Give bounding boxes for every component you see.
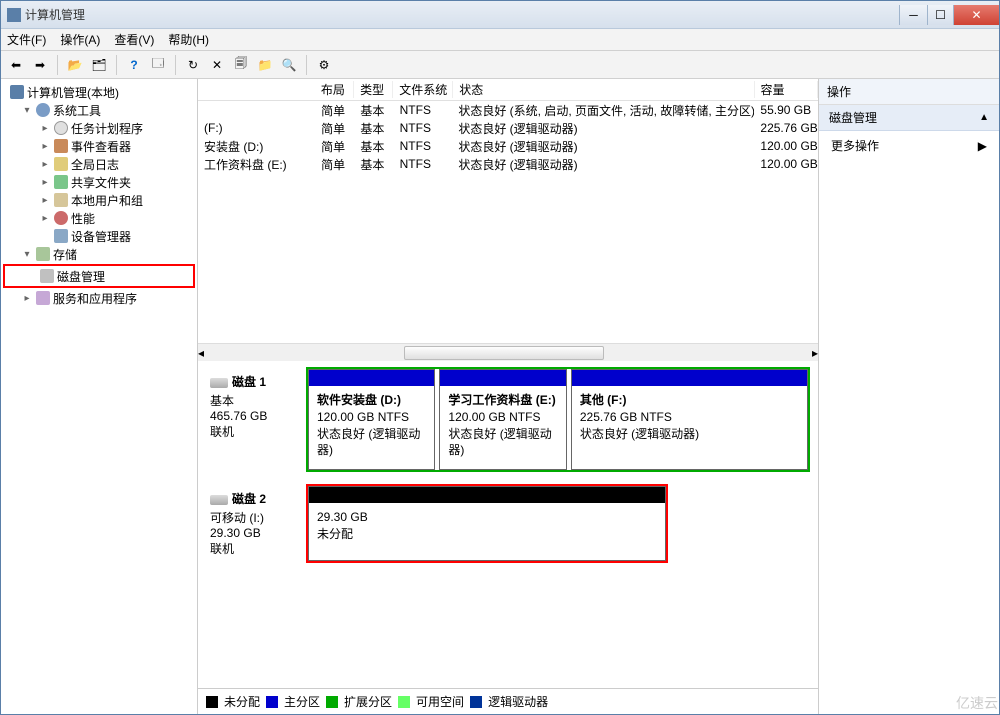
- tree-root[interactable]: 计算机管理(本地): [3, 83, 195, 101]
- maximize-button[interactable]: ☐: [927, 5, 953, 25]
- partition-header: [309, 370, 434, 386]
- disk-icon: [210, 378, 228, 388]
- show-hide-tree-button[interactable]: 🗂: [88, 54, 110, 76]
- tree-systools[interactable]: ▾系统工具: [3, 101, 195, 119]
- legend-free-swatch: [398, 696, 410, 708]
- tree-log[interactable]: ▸全局日志: [3, 155, 195, 173]
- main-pane: 布局 类型 文件系统 状态 容量 简单基本NTFS状态良好 (系统, 启动, 页…: [198, 79, 819, 714]
- collapse-icon: ▲: [979, 112, 989, 123]
- partition-f[interactable]: 其他 (F:) 225.76 GB NTFS 状态良好 (逻辑驱动器): [571, 369, 808, 470]
- tree-task[interactable]: ▸任务计划程序: [3, 119, 195, 137]
- col-status[interactable]: 状态: [453, 81, 754, 98]
- volume-table-header: 布局 类型 文件系统 状态 容量: [198, 79, 818, 101]
- action-button[interactable]: 📁: [254, 54, 276, 76]
- misc-button[interactable]: ⚙: [313, 54, 335, 76]
- app-icon: [7, 8, 21, 22]
- legend-unalloc-swatch: [206, 696, 218, 708]
- forward-button[interactable]: ➡: [29, 54, 51, 76]
- h-scrollbar[interactable]: ◂▸: [198, 343, 818, 361]
- tree-services[interactable]: ▸服务和应用程序: [3, 289, 195, 307]
- minimize-button[interactable]: ─: [899, 5, 927, 25]
- partition-e[interactable]: 学习工作资料盘 (E:) 120.00 GB NTFS 状态良好 (逻辑驱动器): [439, 369, 566, 470]
- col-layout[interactable]: 布局: [315, 81, 354, 98]
- tree-disk[interactable]: 磁盘管理: [7, 267, 191, 285]
- scan-button[interactable]: 🗐: [230, 54, 252, 76]
- close-button[interactable]: ✕: [953, 5, 999, 25]
- window-title: 计算机管理: [25, 6, 899, 23]
- actions-section[interactable]: 磁盘管理▲: [819, 105, 999, 131]
- highlight-disk-mgmt: 磁盘管理: [3, 264, 195, 288]
- col-type[interactable]: 类型: [354, 81, 393, 98]
- legend-logical-swatch: [470, 696, 482, 708]
- legend-extended-swatch: [326, 696, 338, 708]
- legend: 未分配 主分区 扩展分区 可用空间 逻辑驱动器: [198, 688, 818, 714]
- help-button[interactable]: ?: [123, 54, 145, 76]
- toolbar: ⬅ ➡ 📂 🗂 ? 🗔 ↻ ✕ 🗐 📁 🔍 ⚙: [1, 51, 999, 79]
- volume-row[interactable]: 安装盘 (D:)简单基本NTFS状态良好 (逻辑驱动器)120.00 GB: [198, 137, 818, 155]
- volume-table: 布局 类型 文件系统 状态 容量 简单基本NTFS状态良好 (系统, 启动, 页…: [198, 79, 818, 361]
- actions-pane: 操作 磁盘管理▲ 更多操作▶: [819, 79, 999, 714]
- col-fs[interactable]: 文件系统: [393, 81, 453, 98]
- nav-tree: 计算机管理(本地) ▾系统工具 ▸任务计划程序 ▸事件查看器 ▸全局日志 ▸共享…: [1, 79, 198, 714]
- disk-2-partitions: 29.30 GB 未分配: [306, 484, 668, 563]
- partition-header: [572, 370, 807, 386]
- disk-1-block[interactable]: 磁盘 1 基本 465.76 GB 联机 软件安装盘 (D:) 120.00 G…: [206, 367, 810, 472]
- legend-primary-swatch: [266, 696, 278, 708]
- properties-button[interactable]: 🗔: [147, 54, 169, 76]
- titlebar: 计算机管理 ─ ☐ ✕: [1, 1, 999, 29]
- tree-storage[interactable]: ▾存储: [3, 245, 195, 263]
- search-button[interactable]: 🔍: [278, 54, 300, 76]
- tree-users[interactable]: ▸本地用户和组: [3, 191, 195, 209]
- partition-header: [309, 487, 665, 503]
- disk-2-block[interactable]: 磁盘 2 可移动 (I:) 29.30 GB 联机 29.30 GB 未分配: [206, 484, 810, 563]
- menu-action[interactable]: 操作(A): [60, 31, 100, 48]
- delete-button[interactable]: ✕: [206, 54, 228, 76]
- tree-event[interactable]: ▸事件查看器: [3, 137, 195, 155]
- disk-2-info: 磁盘 2 可移动 (I:) 29.30 GB 联机: [206, 484, 306, 563]
- volume-row[interactable]: (F:)简单基本NTFS状态良好 (逻辑驱动器)225.76 GB: [198, 119, 818, 137]
- disk-icon: [210, 495, 228, 505]
- disk-1-partitions: 软件安装盘 (D:) 120.00 GB NTFS 状态良好 (逻辑驱动器) 学…: [306, 367, 810, 472]
- back-button[interactable]: ⬅: [5, 54, 27, 76]
- refresh-button[interactable]: ↻: [182, 54, 204, 76]
- tree-device[interactable]: 设备管理器: [3, 227, 195, 245]
- volume-row[interactable]: 工作资料盘 (E:)简单基本NTFS状态良好 (逻辑驱动器)120.00 GB: [198, 155, 818, 173]
- col-cap[interactable]: 容量: [755, 81, 818, 98]
- menu-help[interactable]: 帮助(H): [168, 31, 209, 48]
- disk-1-info: 磁盘 1 基本 465.76 GB 联机: [206, 367, 306, 472]
- volume-row[interactable]: 简单基本NTFS状态良好 (系统, 启动, 页面文件, 活动, 故障转储, 主分…: [198, 101, 818, 119]
- partition-unallocated[interactable]: 29.30 GB 未分配: [308, 486, 666, 561]
- actions-header: 操作: [819, 79, 999, 105]
- chevron-right-icon: ▶: [978, 139, 987, 153]
- tree-perf[interactable]: ▸性能: [3, 209, 195, 227]
- menu-view[interactable]: 查看(V): [114, 31, 154, 48]
- menubar: 文件(F) 操作(A) 查看(V) 帮助(H): [1, 29, 999, 51]
- menu-file[interactable]: 文件(F): [7, 31, 46, 48]
- actions-more[interactable]: 更多操作▶: [819, 131, 999, 160]
- disk-layout-area: 磁盘 1 基本 465.76 GB 联机 软件安装盘 (D:) 120.00 G…: [198, 361, 818, 688]
- tree-share[interactable]: ▸共享文件夹: [3, 173, 195, 191]
- partition-d[interactable]: 软件安装盘 (D:) 120.00 GB NTFS 状态良好 (逻辑驱动器): [308, 369, 435, 470]
- up-button[interactable]: 📂: [64, 54, 86, 76]
- partition-header: [440, 370, 565, 386]
